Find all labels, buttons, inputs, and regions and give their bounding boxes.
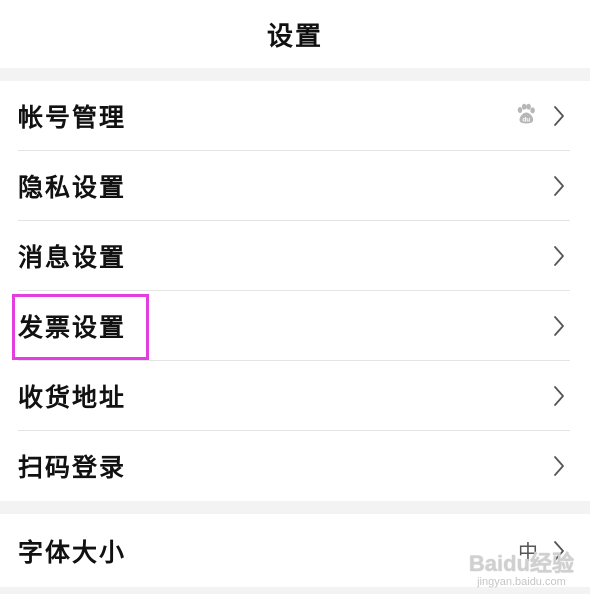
settings-item-label: 扫码登录 [18,453,127,482]
settings-group-main: 帐号管理 du 隐私设置 消息设置 发票设置 收货地址 扫码登录 [0,81,590,501]
settings-item-label: 发票设置 [18,313,127,342]
page-title: 设置 [266,21,323,52]
settings-item-scan-login[interactable]: 扫码登录 [0,431,590,501]
settings-item-label: 隐私设置 [18,173,127,202]
section-divider [0,68,590,81]
svg-text:du: du [522,117,530,124]
settings-item-account-management[interactable]: 帐号管理 du [0,81,590,151]
settings-item-label: 帐号管理 [18,103,127,132]
settings-item-label: 收货地址 [18,383,127,412]
settings-item-font-size[interactable]: 字体大小 中 [0,514,590,587]
settings-item-invoice[interactable]: 发票设置 [0,291,590,361]
chevron-right-icon [548,245,570,267]
section-divider [0,501,590,514]
settings-item-label: 消息设置 [18,243,127,272]
font-size-value: 中 [518,540,538,564]
settings-item-shipping-address[interactable]: 收货地址 [0,361,590,431]
settings-item-label: 字体大小 [18,537,127,567]
settings-item-privacy[interactable]: 隐私设置 [0,151,590,221]
chevron-right-icon [548,455,570,477]
chevron-right-icon [548,175,570,197]
chevron-right-icon [548,540,570,562]
settings-group-display: 字体大小 中 [0,514,590,587]
baidu-paw-icon: du [514,102,538,130]
settings-item-messages[interactable]: 消息设置 [0,221,590,291]
chevron-right-icon [548,315,570,337]
settings-page: 设置 帐号管理 du 隐私设置 消息设置 发票设置 收货地址 扫码登录 字体大小… [0,0,590,594]
chevron-right-icon [548,385,570,407]
chevron-right-icon [548,105,570,127]
header: 设置 [0,0,590,68]
